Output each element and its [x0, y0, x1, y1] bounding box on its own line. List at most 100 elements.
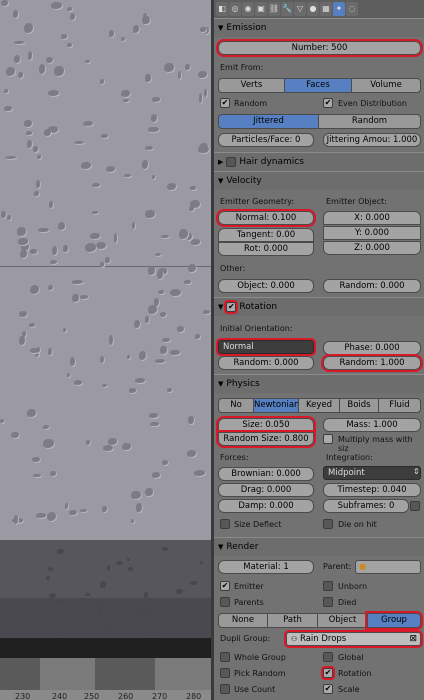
render-tab-icon[interactable]: ◧: [216, 2, 228, 16]
rain-drop: [188, 416, 194, 425]
hair-dynamics-checkbox[interactable]: [226, 157, 237, 167]
brownian-field[interactable]: Brownian: 0.000: [218, 467, 314, 481]
use-count-checkbox[interactable]: [220, 684, 230, 694]
rain-drop: [69, 13, 76, 21]
physics-newtonian-button[interactable]: Newtonian: [253, 398, 299, 413]
emit-volume-button[interactable]: Volume: [351, 78, 421, 93]
phase-random-field[interactable]: Random: 1.000: [321, 354, 423, 372]
phase-field[interactable]: Phase: 0.000: [323, 341, 421, 355]
rotation-random-field[interactable]: Random: 0.000: [218, 356, 314, 370]
emit-verts-button[interactable]: Verts: [218, 78, 285, 93]
size-deflect-checkbox[interactable]: [220, 519, 230, 529]
integrator-dropdown-icon: ⇕: [413, 467, 420, 476]
rain-drop: [131, 222, 136, 230]
x-field[interactable]: X: 0.000: [323, 211, 421, 225]
rain-drop: [123, 173, 131, 178]
unborn-checkbox[interactable]: [323, 581, 333, 591]
timestep-field[interactable]: Timestep: 0.040: [323, 483, 421, 497]
random-velocity-field[interactable]: Random: 0.000: [323, 279, 421, 293]
physics-no-button[interactable]: No: [218, 398, 254, 413]
drag-field[interactable]: Drag: 0.000: [218, 483, 314, 497]
physics-boids-button[interactable]: Boids: [339, 398, 379, 413]
render-none-button[interactable]: None: [218, 613, 268, 628]
render-header[interactable]: ▼ Render: [214, 537, 424, 556]
scale-checkbox[interactable]: ✔: [323, 684, 333, 694]
jittered-button[interactable]: Jittered: [218, 114, 319, 129]
emit-from-label: Emit From:: [220, 63, 264, 72]
physics-tab-icon[interactable]: ◌: [346, 2, 358, 16]
multiply-mass-checkbox[interactable]: [323, 434, 333, 444]
rain-drop: [49, 592, 56, 598]
material-tab-icon[interactable]: ●: [307, 2, 319, 16]
parent-field[interactable]: ◼: [355, 560, 421, 574]
render-object-button[interactable]: Object: [317, 613, 368, 628]
modifiers-tab-icon[interactable]: 🔧: [281, 2, 293, 16]
velocity-header[interactable]: ▼ Velocity: [214, 171, 424, 190]
particles-face-field[interactable]: Particles/Face: 0: [218, 133, 314, 147]
clear-icon[interactable]: ⊠: [409, 633, 417, 645]
rotation-checkbox[interactable]: ✔: [224, 300, 239, 314]
subframes-field[interactable]: Subframes: 0: [323, 499, 409, 513]
random-mode-button[interactable]: Random: [318, 114, 421, 129]
y-field[interactable]: Y: 0.000: [323, 226, 421, 240]
pick-random-label: Pick Random: [234, 669, 286, 678]
even-distribution-checkbox[interactable]: ✔: [323, 98, 333, 108]
rain-drop: [85, 592, 90, 597]
rain-drop: [149, 421, 159, 426]
mass-field[interactable]: Mass: 1.000: [323, 418, 421, 432]
expand-icon: ▼: [218, 543, 224, 551]
world-tab-icon[interactable]: ◉: [242, 2, 254, 16]
rain-drop: [178, 70, 182, 80]
died-checkbox[interactable]: [323, 597, 333, 607]
physics-keyed-button[interactable]: Keyed: [298, 398, 340, 413]
physics-fluid-button[interactable]: Fluid: [378, 398, 421, 413]
emission-header[interactable]: ▼ Emission: [214, 18, 424, 37]
size-field[interactable]: Size: 0.050: [216, 416, 316, 434]
rain-drop: [197, 71, 207, 79]
data-tab-icon[interactable]: ▽: [294, 2, 306, 16]
global-checkbox[interactable]: [323, 652, 333, 662]
random-size-field[interactable]: Random Size: 0.800: [216, 430, 316, 448]
jittering-amount-field[interactable]: Jittering Amou: 1.000: [323, 133, 421, 147]
rain-drop: [184, 279, 191, 284]
rain-drop: [127, 354, 131, 360]
whole-group-checkbox[interactable]: [220, 652, 230, 662]
subframes-toggle-icon[interactable]: [410, 501, 420, 511]
rain-drop: [189, 205, 195, 211]
object-tab-icon[interactable]: ▣: [255, 2, 267, 16]
rain-drop: [109, 30, 115, 37]
3d-viewport[interactable]: 230 240 250 260 270 280: [0, 0, 211, 700]
tangent-field[interactable]: Tangent: 0.00: [218, 228, 314, 242]
rain-drop: [123, 98, 129, 102]
normal-field[interactable]: Normal: 0.100: [216, 209, 316, 227]
emitter-checkbox[interactable]: ✔: [220, 581, 230, 591]
die-on-hit-checkbox[interactable]: [323, 519, 333, 529]
section-title: Render: [226, 542, 259, 552]
object-velocity-field[interactable]: Object: 0.000: [218, 279, 314, 293]
parents-checkbox[interactable]: [220, 597, 230, 607]
dupli-group-field[interactable]: ⚇ Rain Drops ⊠: [284, 630, 423, 648]
emit-faces-button[interactable]: Faces: [284, 78, 352, 93]
rain-drop: [29, 323, 36, 327]
rain-drop: [66, 7, 72, 11]
render-group-button[interactable]: Group: [365, 611, 423, 630]
scene-tab-icon[interactable]: ◎: [229, 2, 241, 16]
number-field[interactable]: Number: 500: [216, 39, 423, 57]
particles-tab-icon[interactable]: ✦: [333, 2, 345, 16]
rotation-render-checkbox[interactable]: ✔: [321, 666, 335, 680]
constraints-tab-icon[interactable]: ⛓: [268, 2, 280, 16]
z-field[interactable]: Z: 0.000: [323, 241, 421, 255]
rain-drop: [73, 379, 82, 385]
orientation-select[interactable]: Normal: [216, 338, 316, 356]
rotation-header[interactable]: ▼ ✔ Rotation: [214, 297, 424, 316]
physics-header[interactable]: ▼ Physics: [214, 374, 424, 393]
damp-field[interactable]: Damp: 0.000: [218, 499, 314, 513]
render-path-button[interactable]: Path: [267, 613, 318, 628]
material-field[interactable]: Material: 1: [218, 560, 314, 574]
texture-tab-icon[interactable]: ▦: [320, 2, 332, 16]
integrator-select[interactable]: Midpoint: [323, 466, 421, 480]
random-checkbox[interactable]: ✔: [220, 98, 230, 108]
pick-random-checkbox[interactable]: [220, 668, 230, 678]
hair-dynamics-header[interactable]: ▶ Hair dynamics: [214, 152, 424, 171]
rot-field[interactable]: Rot: 0.000: [218, 242, 314, 256]
